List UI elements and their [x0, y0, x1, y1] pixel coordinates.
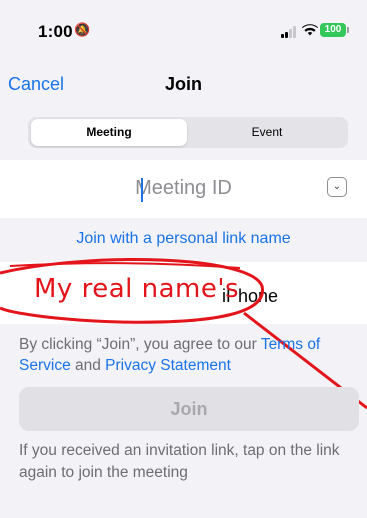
annotation-label: My real name's [34, 274, 240, 304]
help-text: If you received an invitation link, tap … [19, 442, 340, 481]
terms-middle: and [70, 357, 106, 374]
privacy-statement-link[interactable]: Privacy Statement [105, 357, 231, 374]
terms-prefix: By clicking “Join”, you agree to our [19, 336, 261, 353]
terms-text: By clicking “Join”, you agree to our Ter… [19, 334, 364, 376]
join-button[interactable]: Join [19, 387, 359, 431]
